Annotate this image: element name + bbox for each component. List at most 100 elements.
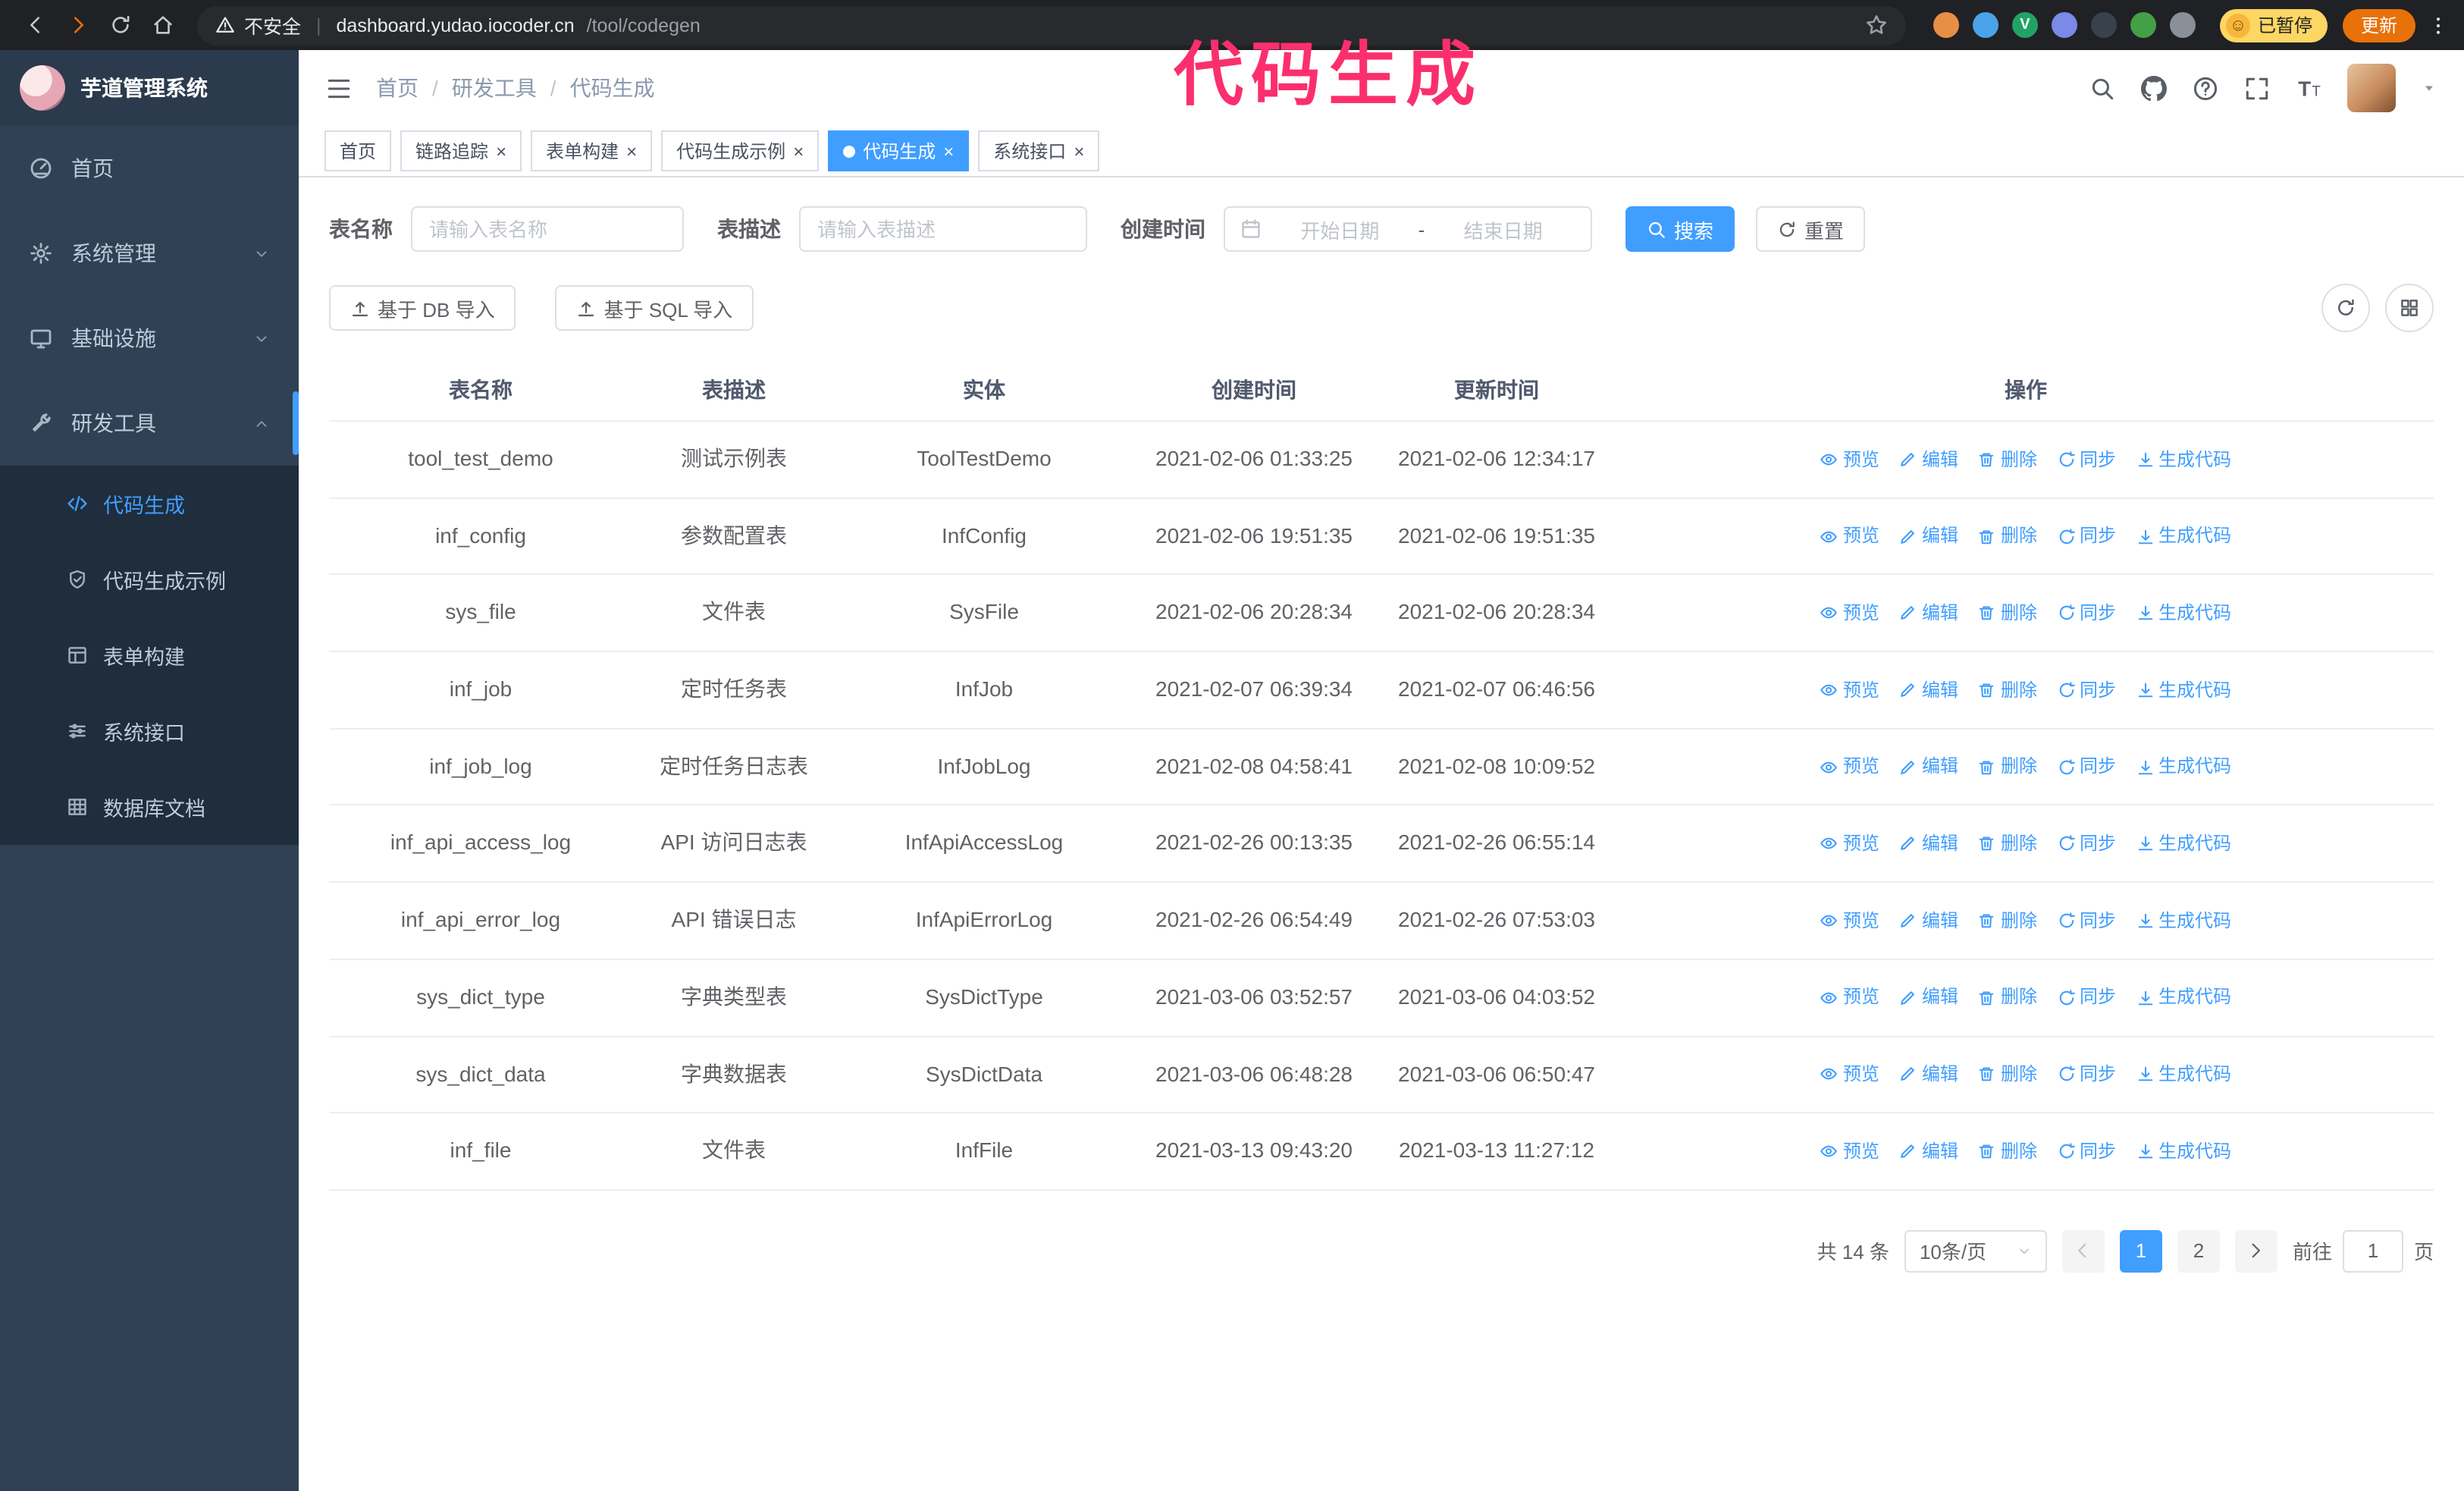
代码生成示例-tab[interactable]: 代码生成示例 ×: [661, 130, 820, 171]
action-sync[interactable]: 同步: [2057, 599, 2116, 627]
extension-icon[interactable]: [2130, 12, 2156, 38]
表单构建-tab[interactable]: 表单构建 ×: [531, 130, 653, 171]
home-icon[interactable]: [143, 5, 182, 45]
action-delete[interactable]: 删除: [1978, 676, 2037, 704]
close-icon[interactable]: ×: [793, 142, 804, 160]
action-delete[interactable]: 删除: [1978, 599, 2037, 627]
github-icon[interactable]: [2141, 75, 2167, 101]
首页-tab[interactable]: 首页 ×: [324, 130, 392, 171]
goto-page-input[interactable]: [2342, 1229, 2403, 1273]
extension-icon[interactable]: [2169, 12, 2196, 38]
action-download[interactable]: 生成代码: [2136, 445, 2231, 473]
reset-button[interactable]: 重置: [1756, 206, 1866, 252]
action-download[interactable]: 生成代码: [2136, 906, 2231, 934]
action-delete[interactable]: 删除: [1978, 1060, 2037, 1088]
page-size-select[interactable]: 10条/页: [1904, 1229, 2047, 1273]
action-download[interactable]: 生成代码: [2136, 1137, 2231, 1165]
action-sync[interactable]: 同步: [2057, 1137, 2116, 1165]
action-delete[interactable]: 删除: [1978, 984, 2037, 1012]
action-eye[interactable]: 预览: [1820, 906, 1879, 934]
avatar-caret-icon[interactable]: [2422, 80, 2437, 96]
action-eye[interactable]: 预览: [1820, 522, 1879, 550]
page-number-button[interactable]: 1: [2119, 1229, 2162, 1273]
action-sync[interactable]: 同步: [2057, 830, 2116, 858]
action-eye[interactable]: 预览: [1820, 676, 1879, 704]
sidebar-toggle-icon[interactable]: [326, 75, 352, 101]
数据库文档-submenu-item[interactable]: 数据库文档: [0, 769, 299, 845]
action-edit[interactable]: 编辑: [1899, 676, 1958, 704]
fullscreen-icon[interactable]: [2244, 75, 2270, 101]
action-delete[interactable]: 删除: [1978, 445, 2037, 473]
action-edit[interactable]: 编辑: [1899, 445, 1958, 473]
action-download[interactable]: 生成代码: [2136, 522, 2231, 550]
close-icon[interactable]: ×: [496, 142, 506, 160]
forward-icon[interactable]: [58, 5, 97, 45]
action-edit[interactable]: 编辑: [1899, 984, 1958, 1012]
action-edit[interactable]: 编辑: [1899, 906, 1958, 934]
action-delete[interactable]: 删除: [1978, 906, 2037, 934]
security-warning[interactable]: 不安全: [215, 11, 301, 39]
action-download[interactable]: 生成代码: [2136, 599, 2231, 627]
代码生成-submenu-item[interactable]: 代码生成: [0, 466, 299, 541]
action-delete[interactable]: 删除: [1978, 522, 2037, 550]
import-db-button[interactable]: 基于 DB 导入: [329, 285, 516, 331]
action-delete[interactable]: 删除: [1978, 753, 2037, 781]
action-edit[interactable]: 编辑: [1899, 599, 1958, 627]
fontsize-icon[interactable]: TT: [2296, 75, 2321, 101]
表单构建-submenu-item[interactable]: 表单构建: [0, 617, 299, 693]
系统管理-menu-item[interactable]: 系统管理: [0, 211, 299, 296]
action-download[interactable]: 生成代码: [2136, 830, 2231, 858]
close-icon[interactable]: ×: [1074, 142, 1084, 160]
logo[interactable]: 芋道管理系统: [0, 50, 299, 126]
extension-icon[interactable]: [1972, 12, 1998, 38]
search-button[interactable]: 搜索: [1625, 206, 1735, 252]
address-bar[interactable]: 不安全 | dashboard.yudao.iocoder.cn/tool/co…: [197, 5, 1906, 45]
基础设施-menu-item[interactable]: 基础设施: [0, 296, 299, 381]
action-eye[interactable]: 预览: [1820, 984, 1879, 1012]
action-delete[interactable]: 删除: [1978, 830, 2037, 858]
action-edit[interactable]: 编辑: [1899, 1060, 1958, 1088]
action-edit[interactable]: 编辑: [1899, 753, 1958, 781]
extension-icon[interactable]: [2090, 12, 2117, 38]
browser-menu-icon[interactable]: [2428, 14, 2449, 36]
action-eye[interactable]: 预览: [1820, 830, 1879, 858]
action-eye[interactable]: 预览: [1820, 1060, 1879, 1088]
reload-icon[interactable]: [100, 5, 140, 45]
back-icon[interactable]: [15, 5, 55, 45]
bookmark-star-icon[interactable]: [1865, 14, 1888, 36]
table-desc-input[interactable]: [799, 206, 1087, 252]
研发工具-menu-item[interactable]: 研发工具: [0, 381, 299, 466]
paused-badge[interactable]: 已暂停: [2219, 8, 2328, 42]
close-icon[interactable]: ×: [626, 142, 637, 160]
系统接口-submenu-item[interactable]: 系统接口: [0, 693, 299, 769]
系统接口-tab[interactable]: 系统接口 ×: [978, 130, 1100, 171]
action-eye[interactable]: 预览: [1820, 599, 1879, 627]
question-icon[interactable]: [2193, 75, 2218, 101]
grid-button[interactable]: [2385, 284, 2434, 332]
action-eye[interactable]: 预览: [1820, 1137, 1879, 1165]
action-download[interactable]: 生成代码: [2136, 1060, 2231, 1088]
action-eye[interactable]: 预览: [1820, 753, 1879, 781]
close-icon[interactable]: ×: [943, 142, 954, 160]
action-download[interactable]: 生成代码: [2136, 676, 2231, 704]
page-number-button[interactable]: 2: [2177, 1229, 2220, 1273]
action-download[interactable]: 生成代码: [2136, 753, 2231, 781]
action-edit[interactable]: 编辑: [1899, 830, 1958, 858]
action-sync[interactable]: 同步: [2057, 1060, 2116, 1088]
refresh-button[interactable]: [2321, 284, 2370, 332]
action-sync[interactable]: 同步: [2057, 445, 2116, 473]
action-sync[interactable]: 同步: [2057, 906, 2116, 934]
链路追踪-tab[interactable]: 链路追踪 ×: [400, 130, 522, 171]
action-sync[interactable]: 同步: [2057, 753, 2116, 781]
extension-icon[interactable]: [2051, 12, 2077, 38]
table-name-input[interactable]: [411, 206, 684, 252]
action-sync[interactable]: 同步: [2057, 676, 2116, 704]
action-edit[interactable]: 编辑: [1899, 522, 1958, 550]
breadcrumb-item[interactable]: 首页: [376, 73, 419, 103]
date-range-picker[interactable]: 开始日期 - 结束日期: [1224, 206, 1592, 252]
breadcrumb-item[interactable]: 研发工具: [452, 73, 537, 103]
breadcrumb-item[interactable]: 代码生成: [570, 73, 655, 103]
extension-icon[interactable]: [1933, 12, 1959, 38]
action-sync[interactable]: 同步: [2057, 984, 2116, 1012]
next-page-button[interactable]: [2234, 1229, 2277, 1273]
